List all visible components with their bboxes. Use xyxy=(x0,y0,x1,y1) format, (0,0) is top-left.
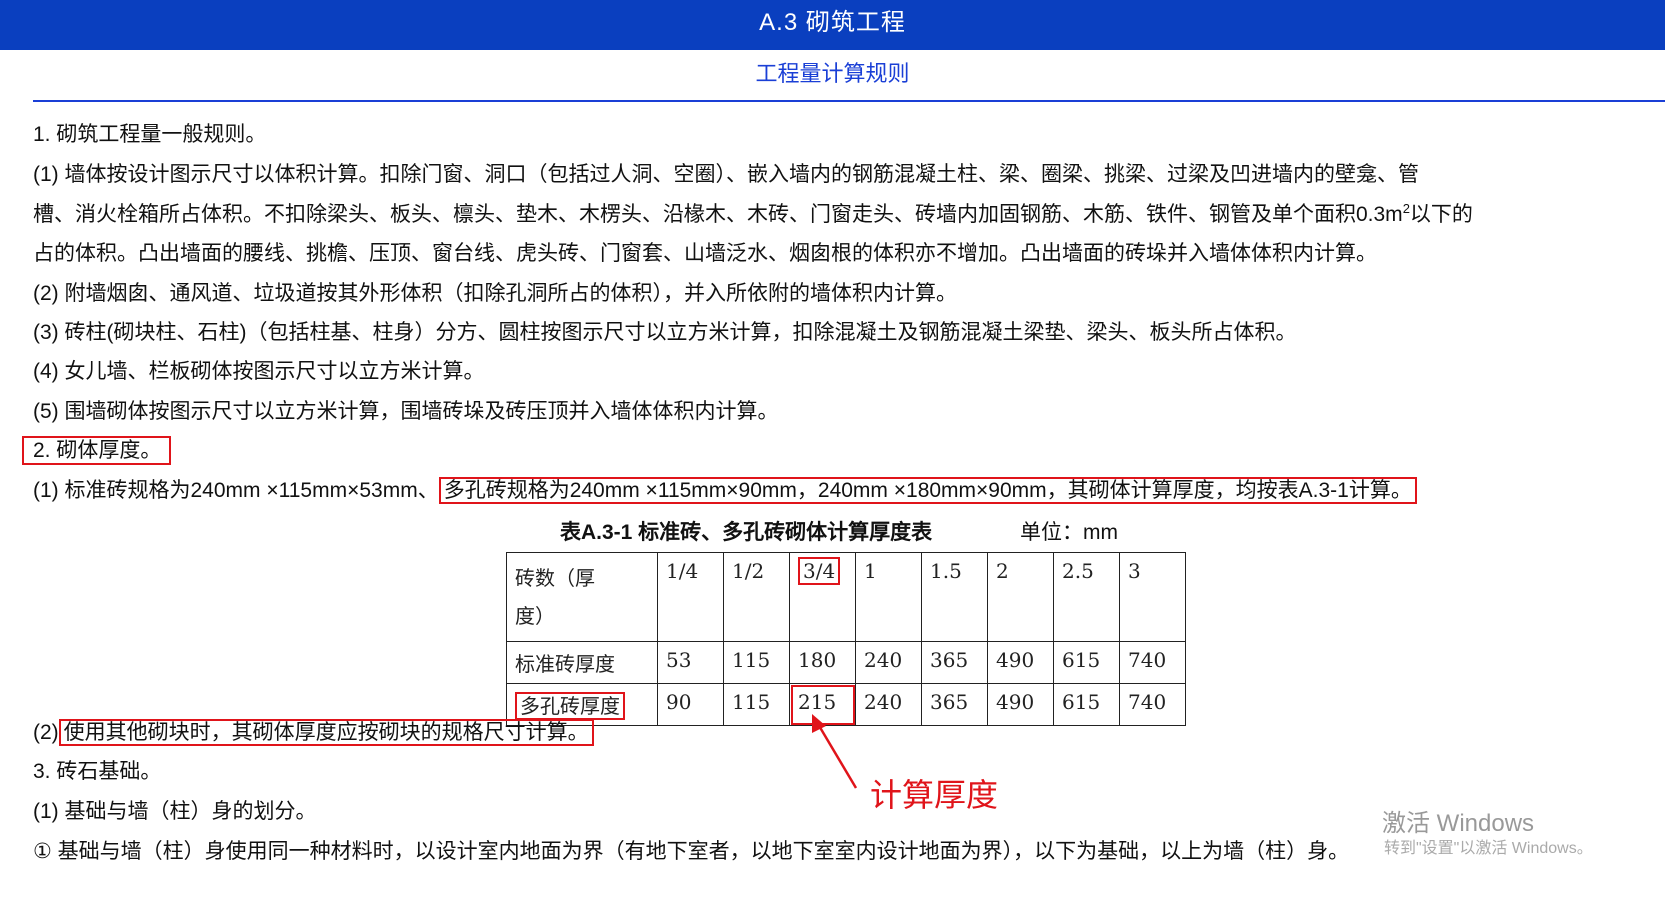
annotation-label: 计算厚度 xyxy=(870,777,999,813)
annotation-arrow xyxy=(812,714,858,789)
watermark-subtitle: 转到"设置"以激活 Windows。 xyxy=(1384,840,1593,857)
watermark-title: 激活 Windows xyxy=(1382,810,1535,837)
